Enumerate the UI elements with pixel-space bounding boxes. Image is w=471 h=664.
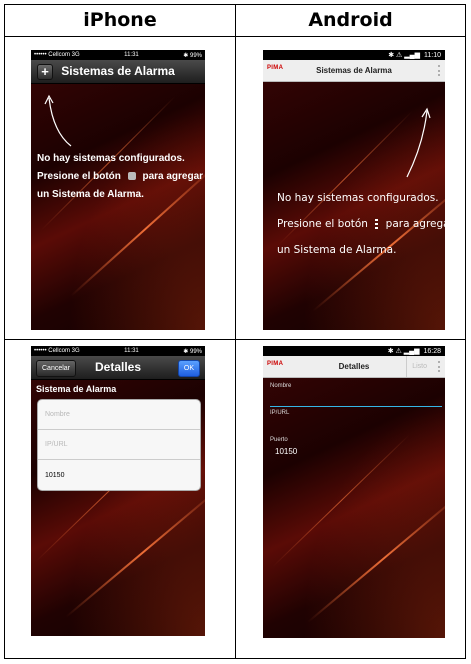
overflow-menu-icon[interactable] — [437, 361, 440, 372]
curved-arrow-icon — [44, 94, 72, 147]
time-text: 11:31 — [124, 52, 139, 58]
ip-field[interactable]: IP/URL — [38, 430, 200, 460]
android-details-screen: ✱ ⚠ ▂▄▆ 16:28 PIMA Detalles Listo Nombre… — [263, 346, 445, 638]
done-button[interactable]: Listo — [406, 356, 427, 377]
overflow-dots-icon — [375, 219, 379, 229]
ip-field[interactable]: IP/URL — [270, 410, 289, 416]
empty-message: No hay sistemas configurados. Presione e… — [37, 153, 204, 200]
column-header-android: Android — [308, 9, 393, 31]
battery-text: ✱ 99% — [183, 348, 202, 355]
background — [263, 346, 445, 638]
port-field[interactable]: 10150 — [38, 460, 200, 490]
status-icons: ✱ ⚠ ▂▄▆ — [387, 348, 420, 355]
section-label: Sistema de Alarma — [36, 384, 117, 394]
status-icons: ✱ ⚠ ▂▄▆ — [388, 52, 420, 59]
carrier-text: •••••• Cellcom 3G — [34, 52, 80, 58]
status-bar: ✱ ⚠ ▂▄▆ 11:10 — [263, 50, 445, 60]
nav-bar: + Sistemas de Alarma — [31, 60, 205, 84]
arrow-icon — [406, 107, 431, 178]
table-border-right — [465, 4, 466, 659]
ok-button[interactable]: OK — [177, 360, 200, 377]
details-form: Nombre IP/URL 10150 — [37, 399, 201, 491]
nav-bar: Cancelar Detalles OK — [31, 356, 205, 380]
time-text: 16:28 — [423, 347, 441, 355]
battery-text: ✱ 99% — [183, 52, 202, 59]
screen-title: Sistemas de Alarma — [61, 64, 175, 78]
action-bar: PIMA Sistemas de Alarma — [263, 60, 445, 82]
status-bar: •••••• Cellcom 3G 11:31 ✱ 99% — [31, 50, 205, 60]
add-square-icon — [127, 172, 136, 181]
screen-title: Sistemas de Alarma — [316, 66, 392, 75]
iphone-details-screen: •••••• Cellcom 3G 11:31 ✱ 99% Cancelar D… — [31, 346, 205, 636]
action-bar: PIMA Detalles Listo — [263, 356, 445, 378]
name-field-underline — [270, 406, 442, 407]
name-field[interactable]: Nombre — [270, 383, 291, 389]
carrier-text: •••••• Cellcom 3G — [34, 348, 80, 354]
name-field[interactable]: Nombre — [38, 400, 200, 430]
port-label: Puerto — [270, 437, 288, 443]
time-text: 11:31 — [124, 348, 139, 354]
time-text: 11:10 — [424, 51, 441, 59]
status-bar: ✱ ⚠ ▂▄▆ 16:28 — [263, 346, 445, 356]
port-field[interactable]: 10150 — [275, 447, 297, 456]
overflow-menu-icon[interactable] — [437, 65, 440, 76]
empty-message: No hay sistemas configurados. Presione e… — [277, 192, 445, 256]
column-header-iphone: iPhone — [83, 9, 157, 31]
iphone-empty-screen: •••••• Cellcom 3G 11:31 ✱ 99% + Sistemas… — [31, 50, 205, 330]
table-column-divider — [235, 4, 236, 659]
table-border-left — [4, 4, 5, 659]
status-bar: •••••• Cellcom 3G 11:31 ✱ 99% — [31, 346, 205, 356]
android-empty-screen: ✱ ⚠ ▂▄▆ 11:10 PIMA Sistemas de Alarma No… — [263, 50, 445, 330]
